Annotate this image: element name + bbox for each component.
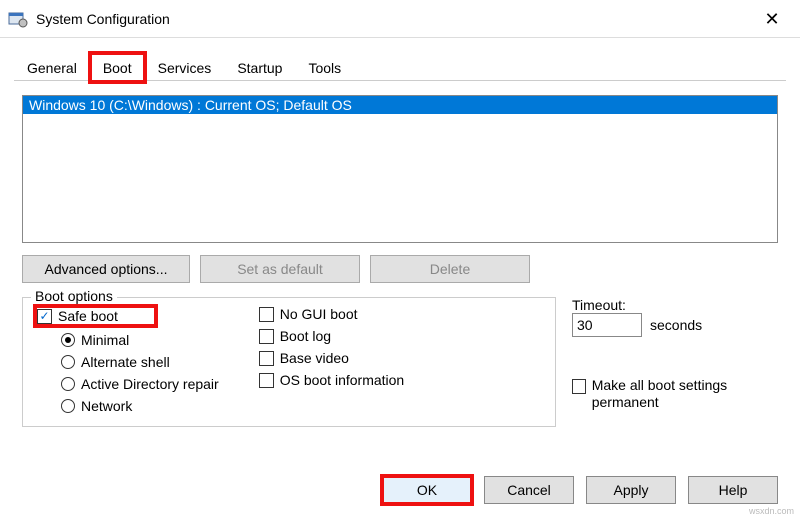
ok-button[interactable]: OK — [382, 476, 472, 504]
close-icon[interactable]: ✕ — [752, 4, 792, 34]
tab-general[interactable]: General — [14, 53, 90, 82]
minimal-label: Minimal — [81, 332, 129, 348]
help-button[interactable]: Help — [688, 476, 778, 504]
radio-icon — [61, 377, 75, 391]
base-video-checkbox[interactable]: Base video — [259, 350, 405, 366]
no-gui-boot-checkbox[interactable]: No GUI boot — [259, 306, 405, 322]
tab-bar: General Boot Services Startup Tools — [0, 52, 800, 81]
nogui-label: No GUI boot — [280, 306, 358, 322]
os-list-item[interactable]: Windows 10 (C:\Windows) : Current OS; De… — [23, 96, 777, 114]
watermark: wsxdn.com — [749, 506, 794, 516]
checkbox-icon — [259, 351, 274, 366]
timeout-suffix: seconds — [650, 317, 702, 333]
basevideo-label: Base video — [280, 350, 349, 366]
network-radio[interactable]: Network — [61, 398, 219, 414]
safe-boot-label: Safe boot — [58, 308, 118, 324]
boot-options-legend: Boot options — [31, 288, 117, 304]
radio-icon — [61, 355, 75, 369]
titlebar: System Configuration ✕ — [0, 0, 800, 38]
boot-options-group: Boot options ✓ Safe boot Minimal Alterna… — [22, 297, 556, 427]
alternate-label: Alternate shell — [81, 354, 170, 370]
make-permanent-checkbox[interactable]: Make all boot settings permanent — [572, 377, 778, 411]
msconfig-icon — [8, 10, 28, 28]
checkbox-icon — [572, 379, 586, 394]
radio-icon — [61, 399, 75, 413]
radio-icon — [61, 333, 75, 347]
permanent-label: Make all boot settings permanent — [592, 377, 778, 411]
checkbox-icon — [259, 373, 274, 388]
dialog-footer: OK Cancel Apply Help — [382, 476, 778, 504]
safe-boot-checkbox[interactable]: ✓ Safe boot — [35, 306, 156, 326]
os-listbox[interactable]: Windows 10 (C:\Windows) : Current OS; De… — [22, 95, 778, 243]
set-as-default-button: Set as default — [200, 255, 360, 283]
tab-startup[interactable]: Startup — [224, 53, 295, 82]
bootlog-label: Boot log — [280, 328, 331, 344]
window-title: System Configuration — [36, 11, 752, 27]
ad-repair-radio[interactable]: Active Directory repair — [61, 376, 219, 392]
boot-log-checkbox[interactable]: Boot log — [259, 328, 405, 344]
advanced-options-button[interactable]: Advanced options... — [22, 255, 190, 283]
checkbox-icon: ✓ — [37, 309, 52, 324]
tab-services[interactable]: Services — [145, 53, 225, 82]
tab-tools[interactable]: Tools — [295, 53, 354, 82]
cancel-button[interactable]: Cancel — [484, 476, 574, 504]
tab-boot[interactable]: Boot — [90, 53, 145, 82]
alternate-shell-radio[interactable]: Alternate shell — [61, 354, 219, 370]
apply-button[interactable]: Apply — [586, 476, 676, 504]
timeout-label: Timeout: — [572, 297, 778, 313]
adrepair-label: Active Directory repair — [81, 376, 219, 392]
delete-button: Delete — [370, 255, 530, 283]
timeout-input[interactable] — [572, 313, 642, 337]
checkbox-icon — [259, 307, 274, 322]
osinfo-label: OS boot information — [280, 372, 405, 388]
os-boot-info-checkbox[interactable]: OS boot information — [259, 372, 405, 388]
checkbox-icon — [259, 329, 274, 344]
network-label: Network — [81, 398, 132, 414]
minimal-radio[interactable]: Minimal — [61, 332, 219, 348]
